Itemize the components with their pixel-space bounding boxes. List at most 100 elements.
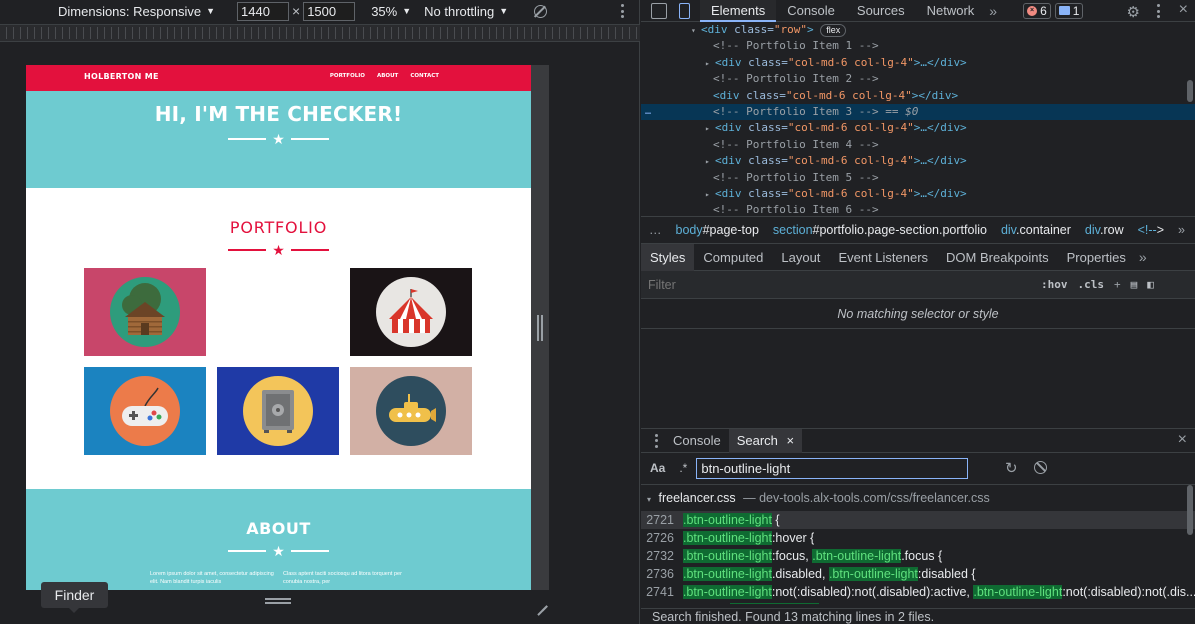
dom-tag-close: >…</div> xyxy=(913,55,967,69)
breadcrumb-item[interactable]: <!--> xyxy=(1138,223,1164,237)
search-result-line[interactable]: 2721 .btn-outline-light { xyxy=(641,511,1195,529)
dom-node[interactable]: <!-- Portfolio Item 4 --> xyxy=(641,137,1195,153)
search-results[interactable]: ▾ freelancer.css — dev-tools.alx-tools.c… xyxy=(641,484,1195,604)
breadcrumb-scroll-icon[interactable]: » xyxy=(1178,223,1185,237)
dom-node[interactable]: ▸ <div class="col-md-6 col-lg-4">…</div> xyxy=(641,153,1195,169)
inspect-element-icon[interactable] xyxy=(651,2,667,19)
breadcrumb-item[interactable]: div.row xyxy=(1085,223,1124,237)
masthead: HI, I'M THE CHECKER! ★ xyxy=(26,91,531,188)
result-text: :not(:disabled):not(.dis... xyxy=(1062,585,1195,599)
portfolio-item-safe[interactable] xyxy=(217,367,339,455)
dom-node[interactable]: <div class="col-md-6 col-lg-4"></div> xyxy=(641,88,1195,104)
tab-sources[interactable]: Sources xyxy=(846,0,916,22)
portfolio-item-circus[interactable] xyxy=(350,268,472,356)
search-result-line[interactable]: 2741 .btn-outline-light:not(:disabled):no… xyxy=(641,583,1195,601)
nav-link-about[interactable]: ABOUT xyxy=(377,73,398,79)
dom-node[interactable]: … <!-- Portfolio Item 3 --> == $0 xyxy=(641,103,1195,121)
tab-computed[interactable]: Computed xyxy=(694,244,772,271)
dom-tree[interactable]: ▾ <div class="row"> flex <!-- Portfolio It… xyxy=(641,22,1195,216)
dom-attr-value: "col-md-6 col-lg-4" xyxy=(785,88,912,102)
search-result-line[interactable]: 2732 .btn-outline-light:focus, .btn-outli… xyxy=(641,547,1195,565)
resize-handle-bottom[interactable] xyxy=(265,598,291,604)
throttling-dropdown[interactable]: No throttling ▼ xyxy=(424,4,508,19)
flex-badge[interactable]: flex xyxy=(820,24,847,37)
messages-badge[interactable]: 1 xyxy=(1054,2,1084,19)
settings-gear-icon[interactable]: ⚙ xyxy=(1127,3,1140,21)
device-toggle-icon[interactable] xyxy=(679,2,690,19)
search-results-scrollbar[interactable] xyxy=(1187,485,1193,535)
portfolio-item-submarine[interactable] xyxy=(350,367,472,455)
result-line-number: 2742 xyxy=(641,601,683,604)
breadcrumb-item[interactable]: div.container xyxy=(1001,223,1071,237)
media-query-ruler[interactable] xyxy=(0,24,640,42)
search-input[interactable] xyxy=(696,457,969,479)
dom-tag: <div xyxy=(701,23,728,36)
tab-styles[interactable]: Styles xyxy=(641,243,695,271)
dom-node[interactable]: <!-- Portfolio Item 5 --> xyxy=(641,170,1195,186)
tab-properties[interactable]: Properties xyxy=(1058,244,1135,271)
dom-node[interactable]: <!-- Portfolio Item 1 --> xyxy=(641,38,1195,54)
zoom-dropdown[interactable]: 35% ▼ xyxy=(371,4,411,19)
portfolio-item-game[interactable] xyxy=(84,367,206,455)
drawer-tab-search[interactable]: Search × xyxy=(728,428,803,453)
drawer-menu-icon[interactable] xyxy=(655,433,659,448)
search-result-line[interactable]: 2726 .btn-outline-light:hover { xyxy=(641,529,1195,547)
resize-handle-corner[interactable] xyxy=(533,592,548,615)
search-bar: Aa .* ↻ xyxy=(641,453,1195,483)
new-rule-icon[interactable]: + xyxy=(1114,278,1121,291)
nav-link-contact[interactable]: CONTACT xyxy=(410,73,439,79)
search-result-line[interactable]: 2742.show > .btn-outline-light.dropdown-… xyxy=(641,601,1195,604)
styles-filter-input[interactable] xyxy=(641,271,1031,298)
more-tabs-icon[interactable]: » xyxy=(989,3,997,19)
star-icon: ★ xyxy=(272,131,285,147)
tab-network[interactable]: Network xyxy=(916,0,986,22)
dom-node[interactable]: <!-- Portfolio Item 2 --> xyxy=(641,71,1195,87)
errors-badge[interactable]: × 6 xyxy=(1023,2,1051,19)
nav-link-portfolio[interactable]: PORTFOLIO xyxy=(330,73,365,79)
tab-dom-breakpoints[interactable]: DOM Breakpoints xyxy=(937,244,1058,271)
more-subtabs-icon[interactable]: » xyxy=(1139,249,1147,265)
sidebar-toggle-icon[interactable]: ◧ xyxy=(1147,278,1154,291)
safe-icon xyxy=(243,376,313,446)
paint-icon[interactable]: ▤ xyxy=(1131,278,1138,291)
dom-node[interactable]: ▸ <div class="col-md-6 col-lg-4">…</div> xyxy=(641,120,1195,136)
dimensions-dropdown[interactable]: Dimensions: Responsive ▼ xyxy=(58,4,215,19)
about-section: ABOUT ★ Lorem ipsum dolor sit amet, cons… xyxy=(26,489,531,590)
tab-layout[interactable]: Layout xyxy=(772,244,829,271)
dom-node-menu-icon[interactable]: … xyxy=(645,104,651,120)
dom-node[interactable]: ▸ <div class="col-md-6 col-lg-4">…</div> xyxy=(641,55,1195,71)
close-devtools-icon[interactable]: × xyxy=(1179,1,1188,19)
clear-search-icon[interactable] xyxy=(1034,461,1047,474)
errors-count: 6 xyxy=(1040,3,1047,18)
class-toggle[interactable]: .cls xyxy=(1078,278,1105,291)
more-options-icon[interactable] xyxy=(621,4,625,18)
game-controller-icon xyxy=(110,376,180,446)
match-case-toggle[interactable]: Aa xyxy=(650,461,665,475)
portfolio-item-cabin[interactable] xyxy=(84,268,206,356)
tab-event-listeners[interactable]: Event Listeners xyxy=(829,244,937,271)
height-input[interactable] xyxy=(303,1,356,21)
site-brand[interactable]: HOLBERTON ME xyxy=(84,72,159,81)
search-result-line[interactable]: 2736 .btn-outline-light.disabled, .btn-ou… xyxy=(641,565,1195,583)
width-input[interactable] xyxy=(237,1,289,21)
tab-console[interactable]: Console xyxy=(776,0,846,22)
resize-handle-right[interactable] xyxy=(537,315,543,341)
emulated-viewport[interactable]: HOLBERTON ME PORTFOLIO ABOUT CONTACT HI,… xyxy=(26,65,531,590)
breadcrumb-item[interactable]: section#portfolio.page-section.portfolio xyxy=(773,223,987,237)
breadcrumb-item[interactable]: body#page-top xyxy=(676,223,759,237)
drawer-tab-console[interactable]: Console xyxy=(665,429,729,453)
refresh-icon[interactable]: ↻ xyxy=(1005,459,1018,477)
more-options-icon[interactable] xyxy=(1157,4,1161,18)
dom-node[interactable]: ▾ <div class="row"> flex xyxy=(641,22,1195,38)
breadcrumb-overflow[interactable]: … xyxy=(649,223,662,237)
hover-state-toggle[interactable]: :hov xyxy=(1041,278,1068,291)
result-file-row[interactable]: ▾ freelancer.css — dev-tools.alx-tools.c… xyxy=(641,485,1195,511)
dom-attr-name: class= xyxy=(741,121,788,135)
dom-attr-name: class= xyxy=(741,154,788,168)
regex-toggle[interactable]: .* xyxy=(679,461,687,475)
close-tab-icon[interactable]: × xyxy=(787,433,795,448)
dom-node[interactable]: ▸ <div class="col-md-6 col-lg-4">…</div> xyxy=(641,186,1195,202)
rotate-icon[interactable] xyxy=(534,4,548,18)
tab-elements[interactable]: Elements xyxy=(700,0,777,22)
close-drawer-icon[interactable]: × xyxy=(1178,431,1187,449)
